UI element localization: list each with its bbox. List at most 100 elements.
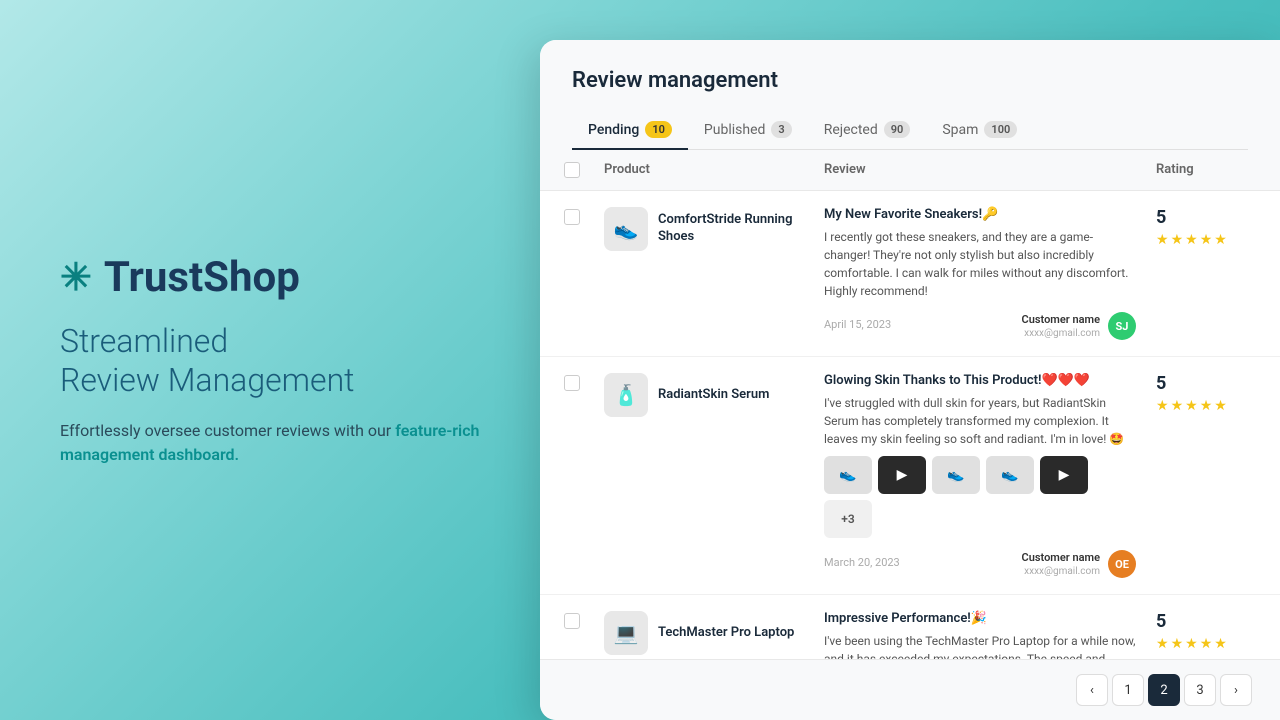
left-panel: ✳ TrustShop Streamlined Review Managemen…: [0, 0, 540, 720]
table-header: Product Review Rating: [540, 150, 1280, 191]
row3-review-cell: Impressive Performance!🎉 I've been using…: [824, 611, 1156, 659]
reviews-table: Product Review Rating 👟 ComfortStride Ru…: [540, 150, 1280, 659]
pagination-next-button[interactable]: ›: [1220, 674, 1252, 706]
row1-product: 👟 ComfortStride Running Shoes: [604, 207, 824, 251]
row3-rating: 5 ★ ★ ★ ★ ★: [1156, 611, 1256, 652]
star-icon: ★: [1171, 232, 1184, 248]
description: Effortlessly oversee customer reviews wi…: [60, 419, 480, 467]
row1-review-text: I recently got these sneakers, and they …: [824, 228, 1136, 300]
row3-rating-number: 5: [1156, 611, 1166, 632]
row2-review-text: I've struggled with dull skin for years,…: [824, 394, 1136, 448]
star-icon: ★: [1185, 398, 1198, 414]
tab-spam-label: Spam: [942, 122, 978, 138]
page-title: Review management: [572, 68, 1248, 93]
tabs-bar: Pending 10 Published 3 Rejected 90 Spam …: [572, 111, 1248, 150]
review-management-card: Review management Pending 10 Published 3…: [540, 40, 1280, 720]
pagination-page-3[interactable]: 3: [1184, 674, 1216, 706]
row2-review-cell: Glowing Skin Thanks to This Product!❤️❤️…: [824, 373, 1156, 578]
row1-customer-name: Customer name xxxx@gmail.com: [1022, 313, 1100, 339]
row1-rating-number: 5: [1156, 207, 1166, 228]
star-icon: ★: [1156, 636, 1169, 652]
star-icon: ★: [1214, 398, 1227, 414]
star-icon: ★: [1185, 232, 1198, 248]
row1-checkbox[interactable]: [564, 209, 580, 225]
row2-product: 🧴 RadiantSkin Serum: [604, 373, 824, 417]
star-icon: ★: [1200, 232, 1213, 248]
pagination-page-1[interactable]: 1: [1112, 674, 1144, 706]
star-icon: ★: [1214, 636, 1227, 652]
star-icon: ★: [1156, 398, 1169, 414]
media-image-thumb[interactable]: 👟: [824, 456, 872, 494]
row2-stars: ★ ★ ★ ★ ★: [1156, 398, 1227, 414]
row3-checkbox-cell: [564, 611, 604, 629]
row2-checkbox[interactable]: [564, 375, 580, 391]
row3-checkbox[interactable]: [564, 613, 580, 629]
row2-customer-name: Customer name xxxx@gmail.com: [1022, 551, 1100, 577]
media-more-button[interactable]: +3: [824, 500, 872, 538]
row1-checkbox-cell: [564, 207, 604, 225]
row2-review-title: Glowing Skin Thanks to This Product!❤️❤️…: [824, 373, 1136, 388]
col-checkbox: [564, 162, 604, 178]
row2-rating-number: 5: [1156, 373, 1166, 394]
row1-avatar: SJ: [1108, 312, 1136, 340]
right-panel: Review management Pending 10 Published 3…: [540, 0, 1280, 720]
row3-review-title: Impressive Performance!🎉: [824, 611, 1136, 626]
tagline-line2: Review Management: [60, 361, 354, 399]
tab-pending[interactable]: Pending 10: [572, 111, 688, 150]
tab-pending-label: Pending: [588, 122, 639, 138]
row1-review-title: My New Favorite Sneakers!🔑: [824, 207, 1136, 222]
row3-product-thumb: 💻: [604, 611, 648, 655]
media-video-play[interactable]: ▶: [878, 456, 926, 494]
logo-name: TrustShop: [104, 253, 300, 302]
row2-meta: Customer name xxxx@gmail.com OE: [1022, 550, 1136, 578]
tab-published-label: Published: [704, 122, 765, 138]
select-all-checkbox[interactable]: [564, 162, 580, 178]
media-image-thumb[interactable]: 👟: [932, 456, 980, 494]
row2-product-thumb: 🧴: [604, 373, 648, 417]
row2-rating: 5 ★ ★ ★ ★ ★: [1156, 373, 1256, 414]
col-rating: Rating: [1156, 162, 1256, 178]
row2-avatar: OE: [1108, 550, 1136, 578]
star-icon: ★: [1171, 636, 1184, 652]
row1-stars: ★ ★ ★ ★ ★: [1156, 232, 1227, 248]
row1-meta: Customer name xxxx@gmail.com SJ: [1022, 312, 1136, 340]
pagination: ‹ 1 2 3 ›: [540, 659, 1280, 720]
tab-rejected-badge: 90: [884, 121, 911, 138]
col-review: Review: [824, 162, 1156, 178]
col-product: Product: [604, 162, 824, 178]
star-icon: ★: [1156, 232, 1169, 248]
star-icon: ★: [1185, 636, 1198, 652]
row3-review-text: I've been using the TechMaster Pro Lapto…: [824, 632, 1136, 659]
media-image-thumb[interactable]: 👟: [986, 456, 1034, 494]
pagination-prev-button[interactable]: ‹: [1076, 674, 1108, 706]
row3-product-name: TechMaster Pro Laptop: [658, 625, 794, 642]
tab-spam-badge: 100: [984, 121, 1017, 138]
tagline-line1: Streamlined: [60, 322, 228, 360]
tab-pending-badge: 10: [645, 121, 672, 138]
row3-stars: ★ ★ ★ ★ ★: [1156, 636, 1227, 652]
row2-date: March 20, 2023: [824, 556, 900, 569]
row2-checkbox-cell: [564, 373, 604, 391]
logo-area: ✳ TrustShop: [60, 253, 480, 302]
description-text: Effortlessly oversee customer reviews wi…: [60, 421, 395, 440]
table-row: 👟 ComfortStride Running Shoes My New Fav…: [540, 191, 1280, 357]
star-icon: ★: [1214, 232, 1227, 248]
row1-review-cell: My New Favorite Sneakers!🔑 I recently go…: [824, 207, 1156, 340]
row2-media: 👟 ▶ 👟 👟 ▶ +3: [824, 456, 1136, 538]
tab-published[interactable]: Published 3: [688, 111, 808, 150]
pagination-page-2[interactable]: 2: [1148, 674, 1180, 706]
row1-rating: 5 ★ ★ ★ ★ ★: [1156, 207, 1256, 248]
star-icon: ★: [1200, 398, 1213, 414]
logo-icon: ✳: [60, 259, 92, 297]
table-row: 💻 TechMaster Pro Laptop Impressive Perfo…: [540, 595, 1280, 659]
tab-rejected-label: Rejected: [824, 122, 878, 138]
row3-product: 💻 TechMaster Pro Laptop: [604, 611, 824, 655]
row1-date: April 15, 2023: [824, 318, 891, 331]
row2-product-name: RadiantSkin Serum: [658, 387, 769, 404]
table-row: 🧴 RadiantSkin Serum Glowing Skin Thanks …: [540, 357, 1280, 595]
tagline: Streamlined Review Management: [60, 322, 480, 399]
tab-spam[interactable]: Spam 100: [926, 111, 1033, 150]
media-video-play[interactable]: ▶: [1040, 456, 1088, 494]
tab-published-badge: 3: [771, 121, 791, 138]
tab-rejected[interactable]: Rejected 90: [808, 111, 927, 150]
